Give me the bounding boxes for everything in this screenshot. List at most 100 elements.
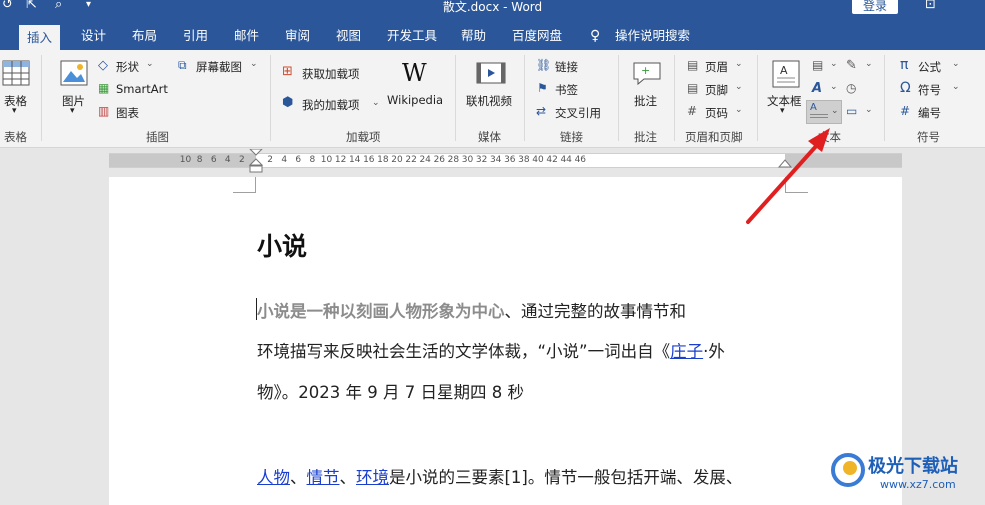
wikipedia-icon[interactable]: W bbox=[402, 59, 427, 87]
table-icon[interactable] bbox=[2, 60, 30, 86]
paragraph-line[interactable]: 环境描写来反映社会生活的文学体裁，“小说”一词出自《庄子·外 bbox=[257, 341, 725, 363]
tab-view[interactable]: 视图 bbox=[336, 22, 361, 50]
online-video-button-label[interactable]: 联机视频 bbox=[466, 93, 512, 109]
date-time-icon[interactable]: ◷ bbox=[846, 81, 856, 95]
watermark-url: www.xz7.com bbox=[880, 478, 956, 491]
link-button[interactable]: 链接 bbox=[555, 59, 578, 75]
footer-button[interactable]: 页脚 bbox=[705, 82, 728, 98]
wikipedia-button-label[interactable]: Wikipedia bbox=[387, 93, 443, 107]
paragraph-line[interactable]: 人物、情节、环境是小说的三要素[1]。情节一般包括开端、发展、 bbox=[257, 467, 742, 489]
paragraph-line[interactable]: 小说是一种以刻画人物形象为中心、通过完整的故事情节和 bbox=[257, 301, 686, 323]
tab-review[interactable]: 审阅 bbox=[285, 22, 310, 50]
screenshot-button[interactable]: 屏幕截图 bbox=[196, 59, 242, 75]
hyperlink-zhuangzi[interactable]: 庄子 bbox=[670, 342, 703, 361]
group-label-illustrations: 插图 bbox=[146, 130, 169, 144]
quick-parts-icon[interactable]: ▤ bbox=[812, 58, 823, 72]
group-label-media: 媒体 bbox=[478, 130, 501, 144]
tab-baidu-netdisk[interactable]: 百度网盘 bbox=[512, 22, 562, 50]
symbol-button[interactable]: 符号 bbox=[918, 82, 941, 98]
hyperlink-plot[interactable]: 情节 bbox=[307, 468, 340, 487]
number-button[interactable]: 编号 bbox=[918, 105, 941, 121]
tab-references[interactable]: 引用 bbox=[183, 22, 208, 50]
document-page[interactable]: 小说 小说是一种以刻画人物形象为中心、通过完整的故事情节和 环境描写来反映社会生… bbox=[109, 177, 902, 505]
group-label-addins: 加载项 bbox=[346, 130, 381, 144]
chevron-down-icon: ⌄ bbox=[250, 59, 258, 69]
tab-mailings[interactable]: 邮件 bbox=[234, 22, 259, 50]
chevron-down-icon: ▾ bbox=[12, 106, 17, 116]
shapes-button[interactable]: 形状 bbox=[116, 59, 139, 75]
chevron-down-icon: ▾ bbox=[780, 106, 785, 116]
group-label-comments: 批注 bbox=[634, 130, 657, 144]
lightbulb-icon: ♀ bbox=[590, 28, 601, 44]
chevron-down-icon: ⌄ bbox=[735, 59, 743, 69]
tab-design[interactable]: 设计 bbox=[81, 22, 106, 50]
my-addins-icon: ⬢ bbox=[282, 95, 294, 110]
link-icon: ⛓ bbox=[536, 58, 552, 72]
chevron-down-icon: ⌄ bbox=[830, 82, 838, 92]
cross-reference-button[interactable]: 交叉引用 bbox=[555, 105, 601, 121]
tab-insert[interactable]: 插入 bbox=[19, 25, 61, 50]
comment-button-label[interactable]: 批注 bbox=[634, 93, 657, 109]
login-button[interactable]: 登录 bbox=[852, 0, 898, 14]
smartart-button[interactable]: SmartArt bbox=[116, 82, 168, 96]
horizontal-ruler[interactable]: 10 8 6 4 2 2 4 6 8 10 12 14 16 18 20 22 24 26 28 30 32 34 36 38… bbox=[109, 149, 902, 173]
chevron-down-icon: ⌄ bbox=[865, 105, 873, 115]
signature-line-icon[interactable]: ✎ bbox=[846, 58, 857, 73]
hyperlink-environment[interactable]: 环境 bbox=[356, 468, 389, 487]
divider bbox=[884, 55, 885, 141]
right-indent-marker-icon[interactable] bbox=[777, 155, 793, 169]
divider bbox=[455, 55, 456, 141]
object-icon[interactable]: ▭ bbox=[846, 104, 857, 118]
my-addins-button[interactable]: 我的加载项 bbox=[302, 97, 360, 113]
comment-icon[interactable]: + bbox=[632, 60, 662, 86]
divider bbox=[524, 55, 525, 141]
text-run: ·外 bbox=[703, 342, 725, 361]
equation-icon: π bbox=[900, 57, 909, 73]
header-button[interactable]: 页眉 bbox=[705, 59, 728, 75]
document-heading[interactable]: 小说 bbox=[257, 227, 307, 263]
textbox-icon[interactable]: A bbox=[772, 60, 800, 88]
ribbon-tabs: 插入 设计 布局 引用 邮件 审阅 视图 开发工具 帮助 百度网盘 ♀ 操作说明… bbox=[0, 22, 985, 50]
indent-marker-icon[interactable] bbox=[248, 149, 264, 179]
drop-cap-button[interactable]: A ⌄ bbox=[806, 100, 842, 124]
get-addins-button[interactable]: 获取加载项 bbox=[302, 66, 360, 82]
chevron-down-icon: ⌄ bbox=[372, 98, 380, 108]
divider bbox=[270, 55, 271, 141]
tab-help[interactable]: 帮助 bbox=[461, 22, 486, 50]
ribbon: 表格 ▾ 表格 图片 ▾ ◇ 形状 ⌄ ▦ SmartArt ▥ 图表 ⧉ 屏幕… bbox=[0, 50, 985, 148]
watermark-title: 极光下载站 bbox=[868, 456, 958, 477]
hyperlink-characters[interactable]: 人物 bbox=[257, 468, 290, 487]
margin-corner-mark bbox=[785, 177, 808, 193]
group-label-text: 文本 bbox=[818, 130, 841, 144]
group-label-header-footer: 页眉和页脚 bbox=[685, 130, 743, 144]
chevron-down-icon: ⌄ bbox=[735, 82, 743, 92]
tell-me-search[interactable]: 操作说明搜索 bbox=[615, 22, 690, 50]
divider bbox=[618, 55, 619, 141]
equation-button[interactable]: 公式 bbox=[918, 59, 941, 75]
tab-layout[interactable]: 布局 bbox=[132, 22, 157, 50]
footer-icon: ▤ bbox=[687, 81, 699, 95]
picture-icon[interactable] bbox=[60, 60, 88, 86]
group-label-links: 链接 bbox=[560, 130, 583, 144]
chart-button[interactable]: 图表 bbox=[116, 105, 139, 121]
text-run: 、通过完整的故事情节和 bbox=[504, 302, 687, 321]
ribbon-display-icon[interactable]: ⊡ bbox=[925, 0, 936, 13]
ruler-tick-label: 46 bbox=[574, 155, 587, 165]
cross-reference-icon: ⇄ bbox=[536, 104, 547, 118]
wordart-icon[interactable]: A bbox=[812, 81, 822, 96]
paragraph-line[interactable]: 物》。2023 年 9 月 7 日星期四 8 秒 bbox=[257, 382, 524, 404]
page-number-icon: # bbox=[687, 104, 698, 118]
page-number-button[interactable]: 页码 bbox=[705, 105, 728, 121]
online-video-icon[interactable] bbox=[476, 60, 506, 86]
smartart-icon: ▦ bbox=[98, 81, 110, 95]
selected-text[interactable]: 小说是一种以刻画人物形象为中心 bbox=[257, 302, 505, 321]
bookmark-button[interactable]: 书签 bbox=[555, 82, 578, 98]
divider bbox=[757, 55, 758, 141]
watermark-logo-icon bbox=[831, 453, 865, 487]
text-run: 、 bbox=[290, 468, 307, 487]
chevron-down-icon: ⌄ bbox=[952, 59, 960, 69]
margin-corner-mark bbox=[233, 177, 256, 193]
shapes-icon: ◇ bbox=[98, 58, 108, 73]
tab-developer[interactable]: 开发工具 bbox=[387, 22, 437, 50]
text-run: 是小说的三要素[1]。情节一般包括开端、发展、 bbox=[389, 468, 743, 487]
